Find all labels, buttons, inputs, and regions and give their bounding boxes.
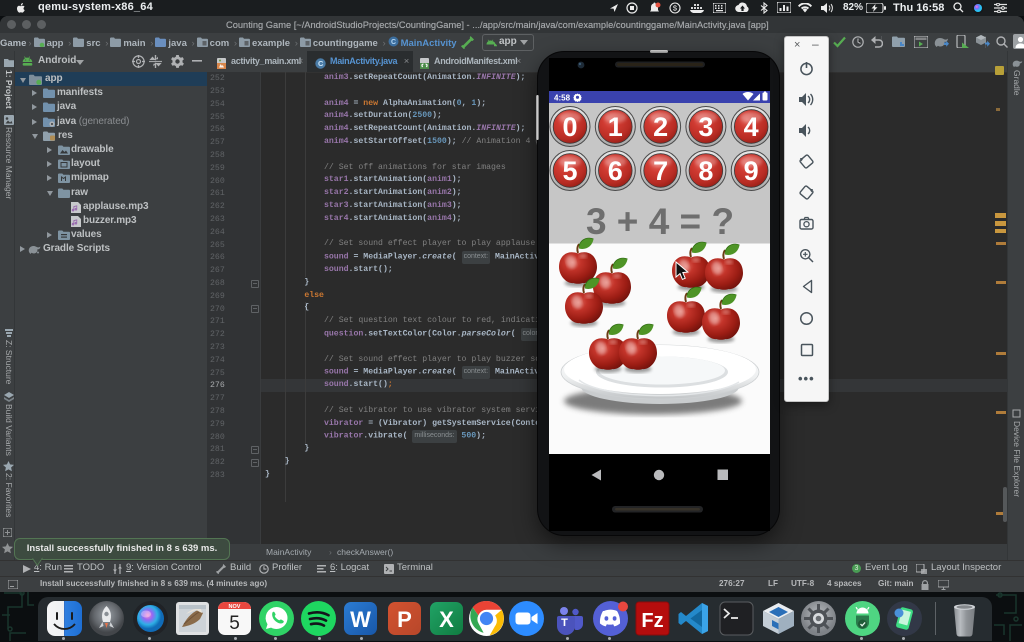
svg-text:T: T: [561, 617, 568, 629]
svg-text:7: 7: [653, 156, 668, 186]
svg-text:C: C: [391, 39, 396, 46]
svg-text:2: 2: [653, 112, 668, 142]
svg-text:P: P: [397, 607, 412, 632]
svg-text:6: 6: [608, 156, 623, 186]
svg-text:5: 5: [562, 156, 577, 186]
svg-text:8: 8: [698, 156, 713, 186]
svg-text:4:58: 4:58: [554, 94, 571, 103]
svg-text:NOV: NOV: [229, 604, 241, 610]
svg-text:0: 0: [562, 112, 577, 142]
svg-text:1: 1: [608, 112, 623, 142]
svg-text:X: X: [439, 607, 454, 632]
svg-text:C: C: [318, 59, 324, 68]
svg-text:4: 4: [744, 112, 759, 142]
svg-text:$: $: [673, 4, 678, 13]
svg-text:Fz: Fz: [641, 610, 663, 632]
svg-text:5: 5: [229, 613, 240, 634]
svg-text:3: 3: [698, 112, 713, 142]
svg-text:9: 9: [744, 156, 759, 186]
svg-text:3 + 4 = ?: 3 + 4 = ?: [586, 201, 734, 242]
svg-text:W: W: [350, 607, 371, 632]
